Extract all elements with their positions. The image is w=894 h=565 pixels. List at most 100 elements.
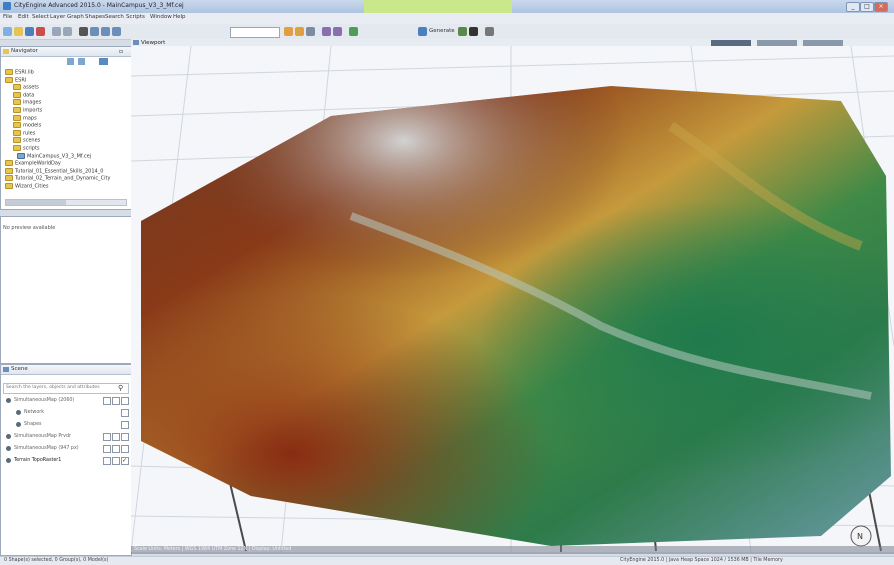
menu-file[interactable]: File — [3, 14, 12, 20]
minimize-button[interactable]: _ — [846, 2, 860, 12]
menu-layer[interactable]: Layer — [50, 14, 65, 20]
menu-window[interactable]: Window — [150, 14, 172, 20]
layer-checkbox[interactable] — [121, 445, 129, 453]
cleanup-icon[interactable] — [306, 27, 315, 36]
street-tool-icon[interactable] — [284, 27, 293, 36]
layer-row[interactable]: SimultaneousMap Prvdr — [1, 432, 131, 442]
import-icon[interactable] — [36, 27, 45, 36]
viewport[interactable]: N — [131, 46, 894, 552]
layer-row[interactable]: SimultaneousMap (2060) — [1, 396, 131, 406]
move-tool-icon[interactable] — [90, 27, 99, 36]
new-icon[interactable] — [3, 27, 12, 36]
tree-item[interactable]: images — [13, 99, 41, 106]
layer-checkbox[interactable] — [112, 433, 120, 441]
navigator-title[interactable]: Navigator — [11, 48, 38, 54]
tree-item[interactable]: ESRI — [5, 76, 26, 83]
folder-icon — [5, 69, 13, 75]
layer-checkbox[interactable]: ✓ — [121, 457, 129, 465]
tree-item[interactable]: MainCampus_V3_3_Mf.cej — [17, 152, 91, 159]
menu-shapes[interactable]: Shapes — [85, 14, 105, 20]
search-icon[interactable]: ⚲ — [118, 384, 123, 392]
navigator-panel: Navigator ▫ ESRI.lib ESRI assets data images… — [0, 46, 132, 210]
layer-checkbox[interactable] — [103, 433, 111, 441]
scrollbar-thumb[interactable] — [6, 200, 66, 205]
attribute-icon[interactable] — [333, 27, 342, 36]
export-icon[interactable] — [458, 27, 467, 36]
layer-checkbox[interactable] — [112, 445, 120, 453]
tree-item[interactable]: scenes — [13, 137, 40, 144]
layer-row[interactable]: SimultaneousMap (947 px) — [1, 444, 131, 454]
camera-icon[interactable] — [485, 27, 494, 36]
folder-icon — [13, 91, 21, 98]
terrain-view[interactable]: N — [131, 46, 894, 552]
layer-checkbox[interactable] — [121, 397, 129, 405]
scene-icon — [3, 367, 9, 372]
tree-item-label: ESRI.lib — [15, 69, 34, 76]
tree-item[interactable]: scripts — [13, 145, 40, 152]
folder-icon — [5, 175, 13, 182]
tree-item[interactable]: Wizard_Cities — [5, 183, 48, 190]
layer-checkbox[interactable] — [121, 433, 129, 441]
layer-row[interactable]: Shapes — [1, 420, 131, 430]
tree-item-label: assets — [23, 84, 39, 91]
menu-select[interactable]: Select — [32, 14, 49, 20]
menu-scripts[interactable]: Scripts — [126, 14, 145, 20]
tree-item-label: data — [23, 92, 35, 99]
close-button[interactable]: × — [874, 2, 888, 12]
generate-icon[interactable] — [418, 27, 427, 36]
menu-edit[interactable]: Edit — [18, 14, 29, 20]
folder-icon — [5, 167, 13, 174]
layer-checkbox[interactable] — [103, 445, 111, 453]
tree-item[interactable]: maps — [13, 114, 37, 122]
tree-item-label: imports — [23, 107, 43, 114]
layer-icon — [16, 422, 21, 427]
view-menu-icon[interactable] — [99, 58, 108, 65]
tree-item[interactable]: rules — [13, 129, 35, 136]
tree-item-label: maps — [23, 115, 37, 122]
menu-search[interactable]: Search — [105, 14, 124, 20]
layer-checkbox[interactable] — [121, 409, 129, 417]
tree-item[interactable]: assets — [13, 84, 39, 91]
layer-checkbox[interactable] — [103, 397, 111, 405]
search-input[interactable] — [230, 27, 280, 38]
bookmark-icon[interactable] — [469, 27, 478, 36]
layer-row[interactable]: Network — [1, 408, 131, 418]
layer-checkbox[interactable] — [112, 397, 120, 405]
horizontal-scrollbar[interactable] — [5, 199, 127, 206]
collapse-icon[interactable] — [67, 58, 74, 65]
layer-row[interactable]: Terrain TopoRaster1 ✓ — [1, 456, 131, 466]
tree-item[interactable]: imports — [13, 107, 42, 114]
layer-checkbox[interactable] — [121, 421, 129, 429]
menu-help[interactable]: Help — [173, 14, 186, 20]
layer-checkbox[interactable] — [112, 457, 120, 465]
open-icon[interactable] — [14, 27, 23, 36]
tree-item[interactable]: data — [13, 91, 35, 99]
tree-item[interactable]: Tutorial_02_Terrain_and_Dynamic_City — [5, 175, 110, 182]
rotate-tool-icon[interactable] — [101, 27, 110, 36]
scale-tool-icon[interactable] — [112, 27, 121, 36]
rule-icon[interactable] — [322, 27, 331, 36]
shape-tool-icon[interactable] — [295, 27, 304, 36]
scene-search[interactable]: Search the layers, objects and attribute… — [3, 383, 129, 394]
link-icon[interactable] — [78, 58, 85, 65]
scene-search-placeholder: Search the layers, objects and attribute… — [6, 385, 100, 390]
scene-title[interactable]: Scene — [11, 366, 28, 372]
terrain-icon[interactable] — [349, 27, 358, 36]
preview-text: No preview available — [3, 225, 56, 231]
tree-item[interactable]: models — [13, 122, 41, 129]
layer-checkbox[interactable] — [103, 457, 111, 465]
tree-item[interactable]: ESRI.lib — [5, 69, 34, 76]
folder-icon — [13, 84, 21, 91]
maximize-button[interactable]: □ — [860, 2, 874, 12]
tree-item[interactable]: ExampleWorldDay — [5, 160, 61, 167]
select-tool-icon[interactable] — [79, 27, 88, 36]
tree-item[interactable]: Tutorial_01_Essential_Skills_2014_0 — [5, 167, 103, 174]
memory-status: CityEngine 2015.0 | Java Heap Space 1024… — [620, 558, 783, 563]
menu-graph[interactable]: Graph — [67, 14, 84, 20]
redo-icon[interactable] — [63, 27, 72, 36]
folder-icon — [5, 183, 13, 189]
undo-icon[interactable] — [52, 27, 61, 36]
panel-close-icon[interactable]: ▫ — [119, 48, 123, 55]
generate-button[interactable]: Generate — [429, 28, 455, 34]
save-icon[interactable] — [25, 27, 34, 36]
